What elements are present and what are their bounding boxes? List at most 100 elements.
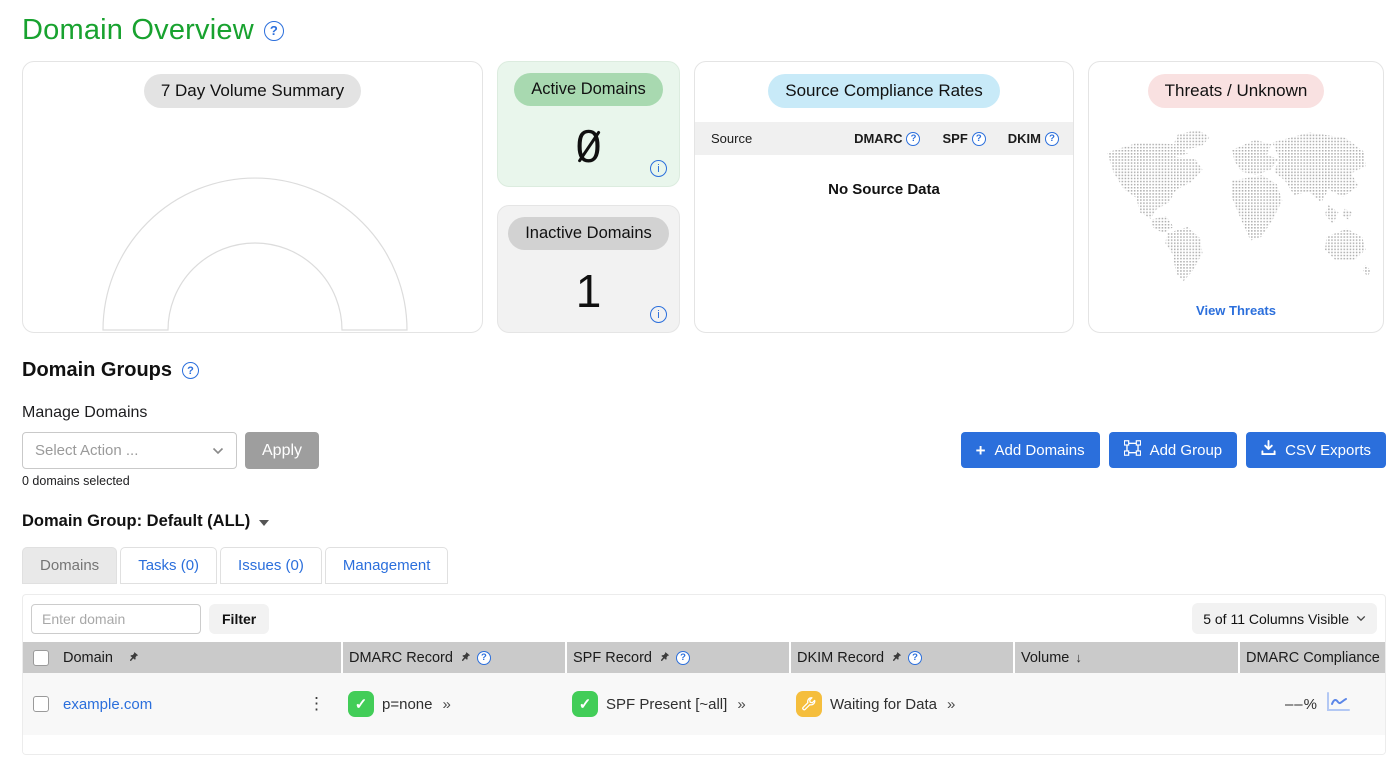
header-dmarc-label: DMARC Record [349,650,453,666]
threats-card: Threats / Unknown [1088,61,1384,333]
manage-domains-label: Manage Domains [22,404,1386,422]
info-icon[interactable]: i [650,160,667,177]
success-check-icon: ✓ [572,691,598,717]
threats-title: Threats / Unknown [1148,74,1325,108]
domain-link[interactable]: example.com [63,696,152,713]
dmarc-status-label: p=none [382,696,432,713]
caret-down-icon [259,520,269,526]
help-glyph: ? [911,133,917,144]
info-glyph: i [657,163,659,175]
active-domains-title: Active Domains [514,73,663,106]
dkim-help-icon[interactable]: ? [1045,132,1059,146]
columns-visible-label: 5 of 11 Columns Visible [1203,611,1349,627]
domains-table-panel: Filter 5 of 11 Columns Visible Domain DM… [22,594,1386,755]
view-threats-link[interactable]: View Threats [1196,303,1276,318]
pin-icon[interactable] [127,651,139,664]
spf-status-label: SPF Present [~all] [606,696,727,713]
header-dkim: DKIM Record ? [791,642,1013,673]
manage-controls-row: Select Action ... Apply + Add Domains [22,432,1386,469]
volume-cell [1015,673,1238,735]
table-row: example.com ⋮ ✓ p=none » ✓ SPF Present [… [23,673,1385,735]
domain-cell: example.com ⋮ [23,673,341,735]
header-spf: SPF Record ? [567,642,789,673]
dmarc-record-help-icon[interactable]: ? [477,651,491,665]
chevron-down-icon [1356,615,1366,622]
csv-exports-button[interactable]: CSV Exports [1246,432,1386,468]
dkim-column-label: DKIM [1008,131,1041,146]
domain-groups-heading: Domain Groups [22,359,172,382]
dkim-record-help-icon[interactable]: ? [908,651,922,665]
object-group-icon [1124,440,1141,460]
tab-bar: Domains Tasks (0) Issues (0) Management [22,547,1386,584]
spf-cell: ✓ SPF Present [~all] » [567,673,789,735]
pin-icon[interactable] [890,651,902,664]
world-map-icon [1100,120,1372,292]
help-glyph: ? [270,23,278,38]
active-domains-count: 0 [576,123,602,169]
spf-record-help-icon[interactable]: ? [676,651,690,665]
expand-detail-icon[interactable]: » [947,696,955,713]
dmarc-column: DMARC ? [854,131,920,146]
add-group-button[interactable]: Add Group [1109,432,1238,468]
kebab-menu-icon[interactable]: ⋮ [308,694,341,714]
page-header: Domain Overview ? [22,10,1386,47]
expand-detail-icon[interactable]: » [737,696,745,713]
dmarc-cell: ✓ p=none » [343,673,565,735]
domain-group-selector[interactable]: Domain Group: Default (ALL) [22,512,1386,531]
source-compliance-card: Source Compliance Rates Source DMARC ? S… [694,61,1074,333]
action-select[interactable]: Select Action ... [22,432,237,469]
page-help-icon[interactable]: ? [264,21,284,41]
header-volume-label: Volume [1021,650,1069,666]
domains-selected-note: 0 domains selected [22,474,1386,488]
dmarc-help-icon[interactable]: ? [906,132,920,146]
row-checkbox[interactable] [33,696,49,712]
table-empty-area [23,735,1385,754]
apply-button[interactable]: Apply [245,432,319,469]
tab-domains[interactable]: Domains [22,547,117,584]
select-all-checkbox[interactable] [33,650,49,666]
add-domains-label: Add Domains [995,442,1085,459]
dkim-cell: Waiting for Data » [791,673,1013,735]
filter-button[interactable]: Filter [209,604,269,634]
line-chart-icon[interactable] [1325,691,1351,718]
no-source-data-text: No Source Data [828,181,940,198]
volume-gauge [23,108,482,350]
header-compliance: DMARC Compliance [1240,642,1385,673]
info-icon[interactable]: i [650,306,667,323]
spf-help-icon[interactable]: ? [972,132,986,146]
filter-bar: Filter 5 of 11 Columns Visible [23,595,1385,642]
header-dkim-label: DKIM Record [797,650,884,666]
action-select-value: Select Action ... [35,442,138,459]
header-compliance-label: DMARC Compliance [1246,650,1380,666]
source-compliance-title: Source Compliance Rates [768,74,999,108]
pin-icon[interactable] [658,651,670,664]
domain-group-label: Domain Group: Default (ALL) [22,512,250,531]
volume-summary-title: 7 Day Volume Summary [144,74,361,108]
tab-tasks[interactable]: Tasks (0) [120,547,217,584]
header-volume[interactable]: Volume ↓ [1015,642,1238,673]
inactive-domains-title: Inactive Domains [508,217,669,250]
table-header-row: Domain DMARC Record ? SPF Record ? [23,642,1385,673]
add-group-label: Add Group [1150,442,1223,459]
pin-icon[interactable] [459,651,471,664]
help-glyph: ? [481,652,487,663]
add-domains-button[interactable]: + Add Domains [961,432,1100,468]
domain-groups-header: Domain Groups ? [22,359,1386,382]
plus-icon: + [976,442,986,459]
tab-issues[interactable]: Issues (0) [220,547,322,584]
domain-action-buttons: + Add Domains Add Group [961,432,1386,468]
tab-management[interactable]: Management [325,547,449,584]
check-glyph: ✓ [579,695,592,713]
dmarc-column-label: DMARC [854,131,902,146]
active-domains-card: Active Domains 0 i [497,61,680,187]
columns-visible-button[interactable]: 5 of 11 Columns Visible [1192,603,1377,634]
sort-down-icon: ↓ [1075,650,1082,665]
inactive-domains-count: 1 [576,268,602,314]
success-check-icon: ✓ [348,691,374,717]
expand-detail-icon[interactable]: » [442,696,450,713]
domain-groups-help-icon[interactable]: ? [182,362,199,379]
help-glyph: ? [680,652,686,663]
domain-filter-input[interactable] [31,604,201,634]
download-icon [1261,440,1276,460]
spf-column-label: SPF [942,131,967,146]
